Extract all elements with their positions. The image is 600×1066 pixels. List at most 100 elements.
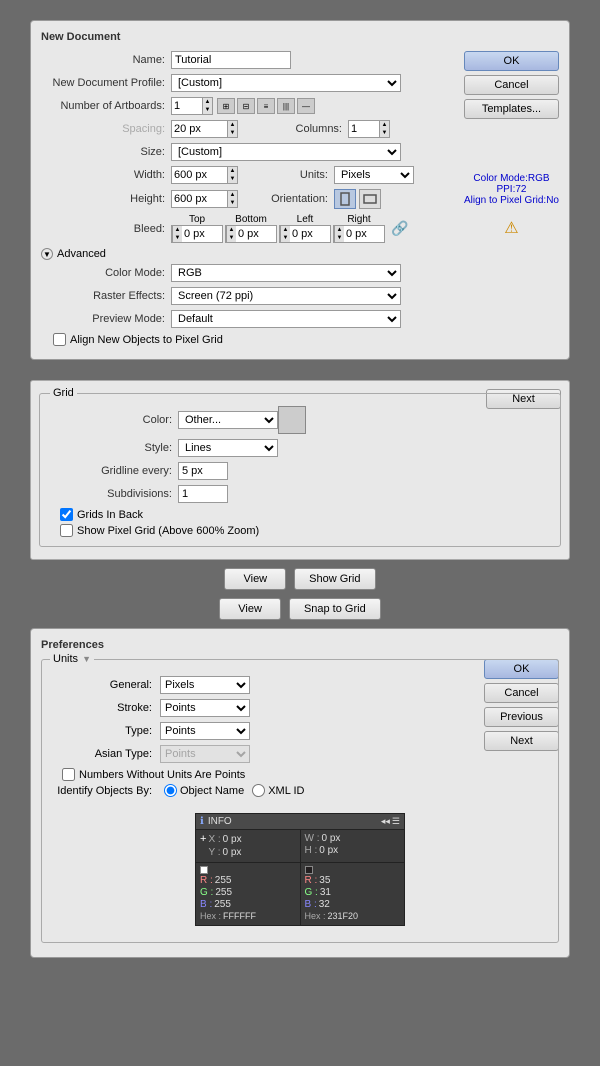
templates-button[interactable]: Templates...: [464, 99, 559, 119]
info-panel: ℹ INFO ◂◂ ☰ + X : 0 px: [195, 813, 405, 926]
xml-id-radio[interactable]: [252, 784, 265, 797]
artboard-col-icon[interactable]: |||: [277, 98, 295, 114]
bleed-left-spinner[interactable]: ▲▼: [280, 226, 290, 242]
info-h-value: 0 px: [319, 845, 338, 856]
info-xy-body: + X : 0 px + Y : 0 px W : 0: [196, 830, 404, 862]
advanced-toggle-icon[interactable]: ▼: [41, 248, 53, 260]
info-header-left: ℹ INFO: [200, 816, 232, 827]
show-grid-button[interactable]: Show Grid: [294, 568, 375, 590]
columns-input[interactable]: [349, 121, 379, 137]
raster-effects-label: Raster Effects:: [41, 290, 171, 302]
bleed-right-spinner[interactable]: ▲▼: [334, 226, 344, 242]
info-b2-label: B :: [305, 899, 317, 910]
general-label: General:: [50, 679, 160, 691]
artboards-spinner[interactable]: ▲▼: [202, 98, 212, 114]
info-menu-icon[interactable]: ☰: [392, 816, 400, 827]
grid-color-label: Color:: [48, 414, 178, 426]
bleed-bottom-spinner[interactable]: ▲▼: [226, 226, 236, 242]
artboard-arrange-icon[interactable]: ⊟: [237, 98, 255, 114]
info-r2-value: 35: [319, 875, 330, 886]
info-x-row: + X : 0 px: [200, 833, 296, 845]
raster-effects-select[interactable]: Screen (72 ppi): [171, 287, 401, 305]
info-y-row: + Y : 0 px: [200, 846, 296, 858]
size-select[interactable]: [Custom]: [171, 143, 401, 161]
spacing-spinner[interactable]: ▲▼: [227, 121, 237, 137]
units-dropdown-arrow[interactable]: ▼: [82, 654, 91, 664]
gridline-input[interactable]: [178, 462, 228, 480]
info-b1-value: 255: [214, 899, 231, 910]
height-spinner[interactable]: ▲▼: [227, 191, 237, 207]
units-label: Units:: [254, 169, 334, 181]
grids-in-back-row: Grids In Back: [60, 508, 552, 521]
advanced-label: Advanced: [57, 248, 106, 260]
info-icon: ℹ: [200, 816, 204, 827]
stroke-select[interactable]: Points: [160, 699, 250, 717]
artboards-input[interactable]: [172, 98, 202, 114]
view-button-2[interactable]: View: [219, 598, 281, 620]
snap-to-grid-button[interactable]: Snap to Grid: [289, 598, 381, 620]
advanced-section-header[interactable]: ▼ Advanced: [41, 248, 559, 260]
general-row: General: Pixels: [50, 676, 550, 694]
height-input[interactable]: [172, 191, 227, 207]
grid-style-select[interactable]: Lines: [178, 439, 278, 457]
info-hex1-label: Hex :: [200, 911, 221, 921]
grid-color-select[interactable]: Other...: [178, 411, 278, 429]
align-checkbox[interactable]: [53, 333, 66, 346]
ok-button[interactable]: OK: [464, 51, 559, 71]
view-button-1[interactable]: View: [224, 568, 286, 590]
artboard-grid-icon[interactable]: ⊞: [217, 98, 235, 114]
artboard-remove-icon[interactable]: —: [297, 98, 315, 114]
bleed-right-input[interactable]: [344, 226, 384, 242]
profile-select[interactable]: [Custom]: [171, 74, 401, 92]
align-checkbox-row: Align New Objects to Pixel Grid: [53, 333, 559, 346]
info-color-row: R : 255 G : 255 B : 255 Hex :: [196, 863, 404, 925]
align-checkbox-label: Align New Objects to Pixel Grid: [70, 334, 223, 346]
portrait-button[interactable]: [334, 189, 356, 209]
asian-type-label: Asian Type:: [50, 748, 160, 760]
grid-section: Grid Color: Other... Style: Lines Gridli…: [39, 393, 561, 547]
width-spinner[interactable]: ▲▼: [227, 167, 237, 183]
color-mode-select[interactable]: RGB: [171, 264, 401, 282]
align-pixel-grid-info: Align to Pixel Grid:No: [464, 195, 559, 206]
width-input[interactable]: [172, 167, 227, 183]
units-select[interactable]: Pixels: [334, 166, 414, 184]
color-mode-label: Color Mode:: [41, 267, 171, 279]
bleed-inputs: Top ▲▼ Bottom ▲▼ Left ▲▼: [171, 214, 408, 243]
bleed-top-label: Top: [189, 214, 205, 225]
bleed-top-wrap: ▲▼: [171, 225, 223, 243]
units-section-label: Units ▼: [50, 653, 94, 665]
object-name-radio[interactable]: [164, 784, 177, 797]
info-r2-row: R : 35: [305, 875, 401, 886]
bleed-top-input[interactable]: [182, 226, 222, 242]
grids-in-back-checkbox[interactable]: [60, 508, 73, 521]
bleed-bottom-input[interactable]: [236, 226, 276, 242]
color-mode-info: Color Mode:RGB: [473, 173, 549, 184]
general-select[interactable]: Pixels: [160, 676, 250, 694]
grid-color-swatch[interactable]: [278, 406, 306, 434]
info-b1-label: B :: [200, 899, 212, 910]
bleed-right-wrap: ▲▼: [333, 225, 385, 243]
landscape-button[interactable]: [359, 189, 381, 209]
columns-spinner[interactable]: ▲▼: [379, 121, 389, 137]
artboard-row-icon[interactable]: ≡: [257, 98, 275, 114]
name-input[interactable]: [171, 51, 291, 69]
bleed-left-input[interactable]: [290, 226, 330, 242]
subdivisions-input[interactable]: [178, 485, 228, 503]
xml-id-radio-item: XML ID: [252, 784, 304, 797]
stroke-label: Stroke:: [50, 702, 160, 714]
new-document-title: New Document: [41, 31, 559, 43]
info-hex2-row: Hex : 231F20: [305, 911, 401, 921]
info-collapse-icon[interactable]: ◂◂: [381, 816, 390, 827]
spacing-input[interactable]: [172, 121, 227, 137]
info-g2-label: G :: [305, 887, 318, 898]
preview-mode-select[interactable]: Default: [171, 310, 401, 328]
grid-color-row: Color: Other...: [48, 406, 552, 434]
type-select[interactable]: Points: [160, 722, 250, 740]
cancel-button[interactable]: Cancel: [464, 75, 559, 95]
new-document-dialog: New Document OK Cancel Templates... Colo…: [30, 20, 570, 360]
bleed-link-icon[interactable]: 🔗: [391, 220, 408, 237]
asian-type-select[interactable]: Points: [160, 745, 250, 763]
numbers-checkbox[interactable]: [62, 768, 75, 781]
show-pixel-grid-checkbox[interactable]: [60, 524, 73, 537]
bleed-top-spinner[interactable]: ▲▼: [172, 226, 182, 242]
